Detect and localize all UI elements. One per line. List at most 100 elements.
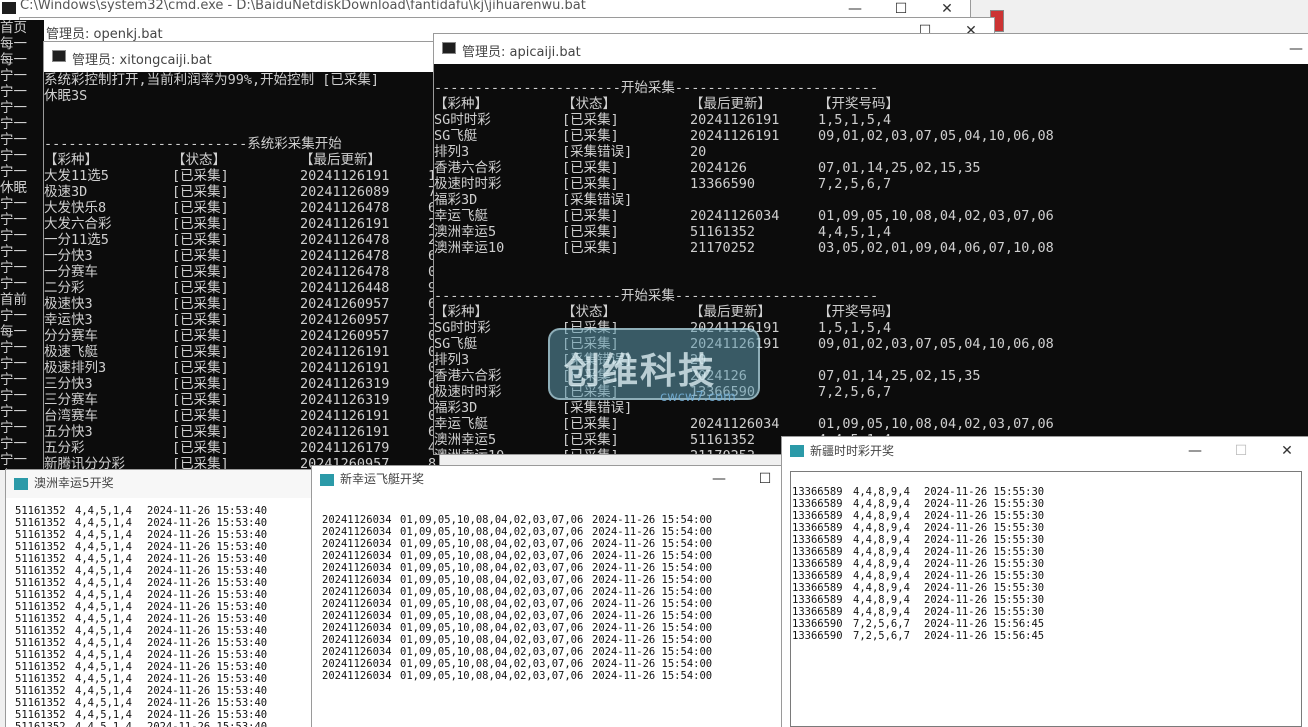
cell: 澳洲幸运5 bbox=[434, 224, 497, 240]
cell: 51161352 bbox=[15, 697, 66, 709]
cell: 4,4,5,1,4 bbox=[75, 685, 132, 697]
cell: 宁一 bbox=[0, 244, 27, 260]
cell: 7,2,5,6,7 bbox=[853, 630, 910, 642]
console-line: 福彩3D [采集错误] bbox=[434, 192, 1308, 208]
console-line: 宁一 bbox=[0, 356, 44, 372]
results-list[interactable]: 20241126034 01,09,05,10,08,04,02,03,07,06… bbox=[322, 514, 782, 724]
cell: 01,09,05,10,08,04,02,03,07,06 bbox=[400, 538, 584, 550]
console-line: 宁一 bbox=[0, 84, 44, 100]
list-item: 51161352 4,4,5,1,4 2024-11-26 15:53:40 bbox=[15, 529, 315, 541]
result-window-xinjiang[interactable]: 新疆时时彩开奖 — ☐ ✕ 13366589 4,4,8,9,4 2024-11-2… bbox=[782, 437, 1308, 727]
console-line: 极速飞艇 [已采集] 20241126191 0 bbox=[44, 344, 439, 360]
cell: 4,4,5,1,4 bbox=[818, 224, 892, 240]
cell: 休眠 bbox=[0, 180, 27, 196]
cell: 宁一 bbox=[0, 276, 27, 292]
cell: 03,05,02,01,09,04,06,07,10,08 bbox=[818, 240, 1054, 256]
result-window-feiting[interactable]: 新幸运飞艇开奖 — ☐ 20241126034 01,09,05,10,08,04… bbox=[312, 466, 788, 727]
cell: 2024-11-26 15:53:40 bbox=[147, 661, 268, 673]
list-item: 20241126034 01,09,05,10,08,04,02,03,07,06… bbox=[322, 670, 782, 682]
cell: 4,4,8,9,4 bbox=[853, 558, 910, 570]
cell: 51161352 bbox=[690, 224, 756, 240]
cell: 一分快3 bbox=[44, 248, 93, 264]
cell: 13366589 bbox=[792, 522, 843, 534]
cell: 【开奖号码】 bbox=[818, 96, 899, 112]
maximize-button[interactable]: ☐ bbox=[878, 0, 924, 20]
cell: 7,2,5,6,7 bbox=[818, 384, 892, 400]
console-line: 一分快3 [已采集] 20241126478 6 bbox=[44, 248, 439, 264]
cell: 分分赛车 bbox=[44, 328, 98, 344]
list-item: 51161352 4,4,5,1,4 2024-11-26 15:53:40 bbox=[15, 589, 315, 601]
cell: 2024-11-26 15:53:40 bbox=[147, 529, 268, 541]
cell: 2024-11-26 15:55:30 bbox=[924, 498, 1045, 510]
cell: 极速快3 bbox=[44, 296, 93, 312]
close-button[interactable]: ✕ bbox=[1264, 437, 1308, 467]
cell: [采集错误] bbox=[562, 144, 633, 160]
cell: 20241260957 bbox=[300, 296, 390, 312]
results-list[interactable]: 13366589 4,4,8,9,4 2024-11-26 15:55:30 1336… bbox=[792, 486, 1272, 686]
minimize-button[interactable]: — bbox=[1284, 34, 1308, 64]
cell: 20241126034 bbox=[322, 634, 392, 646]
console-output: 系统彩控制打开,当前利润率为99%,开始控制 [已采集] 休眠3S --------… bbox=[44, 72, 439, 472]
list-item: 51161352 4,4,5,1,4 2024-11-26 15:53:40 bbox=[15, 637, 315, 649]
console-line: -----------------------开始采集-------------… bbox=[434, 80, 1308, 96]
console-line: 一分赛车 [已采集] 20241126478 0 bbox=[44, 264, 439, 280]
cell: [已采集] bbox=[172, 408, 229, 424]
cell: 01,09,05,10,08,04,02,03,07,06 bbox=[400, 574, 584, 586]
cell: 极速时时彩 bbox=[434, 176, 502, 192]
cell: [已采集] bbox=[172, 200, 229, 216]
window-title: 新幸运飞艇开奖 bbox=[340, 472, 425, 486]
cell: 20241126034 bbox=[322, 538, 392, 550]
cell: 2024-11-26 15:54:00 bbox=[592, 514, 713, 526]
cell: 2024-11-26 15:55:30 bbox=[924, 558, 1045, 570]
minimize-button[interactable]: — bbox=[696, 466, 742, 496]
console-line: 【彩种】 【状态】 【最后更新】 【开奖号码】 bbox=[434, 96, 1308, 112]
console-line: -------------------------系统彩采集开始 bbox=[44, 136, 439, 152]
cmd-window-jihuarenwu[interactable]: C:\Windows\system32\cmd.exe - D:\BaiduNe… bbox=[0, 0, 970, 20]
cell: 51161352 bbox=[15, 553, 66, 565]
cell: 一分11选5 bbox=[44, 232, 109, 248]
cell: 2024-11-26 15:54:00 bbox=[592, 526, 713, 538]
minimize-button[interactable]: — bbox=[1172, 437, 1218, 467]
result-window-aus5[interactable]: 澳洲幸运5开奖 51161352 4,4,5,1,4 2024-11-26 15:5… bbox=[6, 470, 316, 727]
cell: 20241126034 bbox=[322, 526, 392, 538]
list-item: 13366590 7,2,5,6,7 2024-11-26 15:56:45 bbox=[792, 618, 1272, 630]
cell: 2024-11-26 15:53:40 bbox=[147, 613, 268, 625]
cell: 福彩3D bbox=[434, 400, 478, 416]
cell: 20241126319 bbox=[300, 376, 390, 392]
console-line: 排列3 [采集错误] 20 bbox=[434, 144, 1308, 160]
console-line: 宁一 bbox=[0, 276, 44, 292]
cell: 01,09,05,10,08,04,02,03,07,06 bbox=[400, 646, 584, 658]
close-button[interactable]: ✕ bbox=[924, 0, 970, 20]
maximize-button[interactable]: ☐ bbox=[1218, 437, 1264, 467]
console-line: 宁一 bbox=[0, 68, 44, 84]
console-line: 每一 bbox=[0, 36, 44, 52]
cell: 2024-11-26 15:55:30 bbox=[924, 534, 1045, 546]
cell: 01,09,05,10,08,04,02,03,07,06 bbox=[400, 658, 584, 670]
list-item: 51161352 4,4,5,1,4 2024-11-26 15:53:40 bbox=[15, 649, 315, 661]
console-line: 宁一 bbox=[0, 100, 44, 116]
cell: 极速排列3 bbox=[44, 360, 107, 376]
console-line: 五分彩 [已采集] 20241126179 4 bbox=[44, 440, 439, 456]
cell: 2024-11-26 15:54:00 bbox=[592, 622, 713, 634]
cmd-window-xitongcaiji[interactable]: 管理员: xitongcaiji.bat 系统彩控制打开,当前利润率为99%,开… bbox=[44, 42, 439, 472]
cell: 4,4,5,1,4 bbox=[75, 613, 132, 625]
console-line: 宁一 bbox=[0, 164, 44, 180]
list-item: 51161352 4,4,5,1,4 2024-11-26 15:53:40 bbox=[15, 565, 315, 577]
window-title: C:\Windows\system32\cmd.exe - D:\BaiduNe… bbox=[20, 0, 586, 13]
cell: 【状态】 bbox=[172, 152, 226, 168]
cell: 澳洲幸运5 bbox=[434, 432, 497, 448]
cell: 01,09,05,10,08,04,02,03,07,06 bbox=[400, 514, 584, 526]
cell: 每一 bbox=[0, 324, 27, 340]
minimize-button[interactable]: — bbox=[832, 0, 878, 20]
cell: [已采集] bbox=[562, 208, 619, 224]
cell: 系统彩控制打开,当前利润率为99%,开始控制 [已采集] bbox=[44, 72, 380, 88]
cell: [已采集] bbox=[562, 112, 619, 128]
cell: 首前 bbox=[0, 292, 27, 308]
cell: 宁一 bbox=[0, 372, 27, 388]
cell: 20 bbox=[690, 144, 707, 160]
cell: [已采集] bbox=[562, 448, 619, 454]
cell: [采集错误] bbox=[562, 192, 633, 208]
results-list[interactable]: 51161352 4,4,5,1,4 2024-11-26 15:53:40 5116… bbox=[15, 505, 315, 727]
cell: 20241126034 bbox=[690, 416, 780, 432]
